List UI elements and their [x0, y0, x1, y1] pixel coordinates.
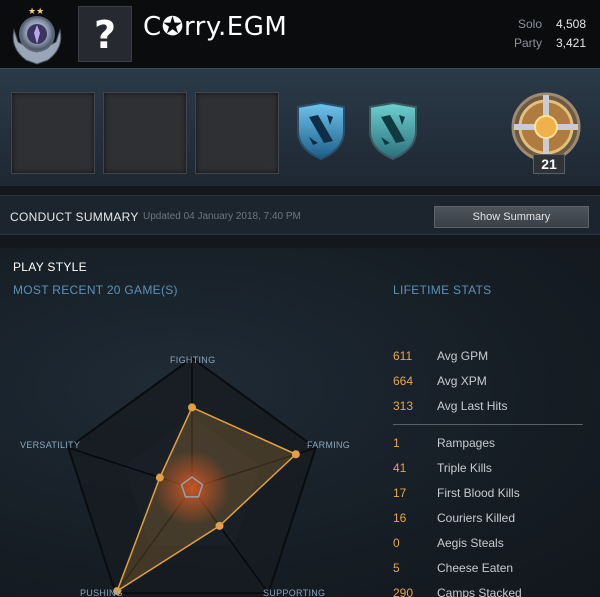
axis-label-fighting: FIGHTING	[170, 355, 216, 365]
mmr-party-label: Party	[513, 36, 542, 50]
stat-row-first-blood-kills: 17 First Blood Kills	[393, 480, 593, 505]
stat-row-aegis-steals: 0 Aegis Steals	[393, 530, 593, 555]
hero-slot-1[interactable]	[11, 92, 95, 174]
radar-point-supporting	[215, 521, 224, 530]
stat-value: 16	[393, 510, 407, 525]
stat-label: Avg XPM	[437, 373, 487, 388]
axis-label-pushing: PUSHING	[80, 588, 124, 597]
radar-point-farming	[291, 450, 300, 459]
radar-point-fighting	[188, 403, 196, 412]
mmr-solo-label: Solo	[517, 17, 542, 31]
hero-slot-3[interactable]	[195, 92, 279, 174]
rank-medal-icon: ★★	[12, 7, 62, 65]
axis-label-farming: FARMING	[307, 440, 351, 450]
stat-row-cheese-eaten: 5 Cheese Eaten	[393, 555, 593, 580]
stat-row-couriers-killed: 16 Couriers Killed	[393, 505, 593, 530]
stat-row-avg-xpm: 664 Avg XPM	[393, 368, 593, 393]
stat-label: Avg Last Hits	[437, 398, 508, 413]
conduct-summary-bar: CONDUCT SUMMARY Updated 04 January 2018,…	[0, 195, 600, 235]
stat-label: Couriers Killed	[437, 510, 516, 525]
battle-level-number: 21	[533, 154, 565, 174]
lifetime-stats-list: 611 Avg GPM 664 Avg XPM 313 Avg Last Hit…	[393, 343, 593, 597]
stat-row-avg-gpm: 611 Avg GPM	[393, 343, 593, 368]
axis-label-supporting: SUPPORTING	[263, 588, 326, 597]
hero-slot-2[interactable]	[103, 92, 187, 174]
recent-games-subtitle: MOST RECENT 20 GAME(S)	[13, 283, 178, 297]
stat-value: 664	[393, 373, 414, 388]
axis-label-versatility: VERSATILITY	[20, 440, 81, 450]
stats-divider	[393, 424, 583, 425]
play-style-panel: PLAY STYLE MOST RECENT 20 GAME(S) LIFETI…	[0, 248, 600, 597]
featured-heroes-showcase: 21	[0, 68, 600, 186]
play-style-title: PLAY STYLE	[13, 260, 87, 274]
stat-label: Avg GPM	[437, 348, 489, 363]
stat-label: First Blood Kills	[437, 485, 520, 500]
stat-row-avg-last-hits: 313 Avg Last Hits	[393, 393, 593, 418]
stat-value: 0	[393, 535, 400, 550]
stat-label: Rampages	[437, 435, 496, 450]
radar-point-versatility	[155, 473, 164, 482]
dota-shield-teal-icon[interactable]	[366, 101, 420, 161]
stat-row-rampages: 1 Rampages	[393, 430, 593, 455]
svg-text:★★: ★★	[28, 7, 44, 17]
conduct-updated-date: Updated 04 January 2018, 7:40 PM	[143, 211, 301, 222]
player-name: C✪rry.EGM	[143, 12, 288, 42]
stat-value: 290	[393, 585, 414, 597]
conduct-title: CONDUCT SUMMARY	[10, 210, 139, 224]
stat-value: 5	[393, 560, 400, 575]
stat-value: 41	[393, 460, 407, 475]
stat-label: Camps Stacked	[437, 585, 522, 597]
stat-value: 611	[393, 348, 413, 363]
play-style-radar-chart: FIGHTING FARMING SUPPORTING PUSHING VERS…	[0, 348, 390, 597]
radar-svg	[67, 356, 317, 596]
stat-value: 313	[393, 398, 414, 413]
mmr-party-value: 3,421	[555, 36, 586, 50]
stat-value: 1	[393, 435, 400, 450]
stat-row-triple-kills: 41 Triple Kills	[393, 455, 593, 480]
avatar[interactable]: ?	[78, 6, 132, 62]
mmr-solo-row: Solo 4,508	[514, 15, 586, 34]
lifetime-stats-title: LIFETIME STATS	[393, 283, 492, 297]
mmr-solo-value: 4,508	[555, 17, 586, 31]
profile-header: ★★ ? C✪rry.EGM Solo 4,508 Party 3,421	[0, 0, 600, 68]
stat-row-camps-stacked: 290 Camps Stacked	[393, 580, 593, 597]
stat-value: 17	[393, 485, 407, 500]
show-summary-button[interactable]: Show Summary	[434, 206, 589, 228]
dota-plus-shield-icon[interactable]	[294, 101, 348, 161]
mmr-party-row: Party 3,421	[514, 34, 586, 53]
stat-label: Triple Kills	[437, 460, 492, 475]
stat-label: Aegis Steals	[437, 535, 504, 550]
stat-label: Cheese Eaten	[437, 560, 514, 575]
mmr-block: Solo 4,508 Party 3,421	[514, 15, 586, 53]
